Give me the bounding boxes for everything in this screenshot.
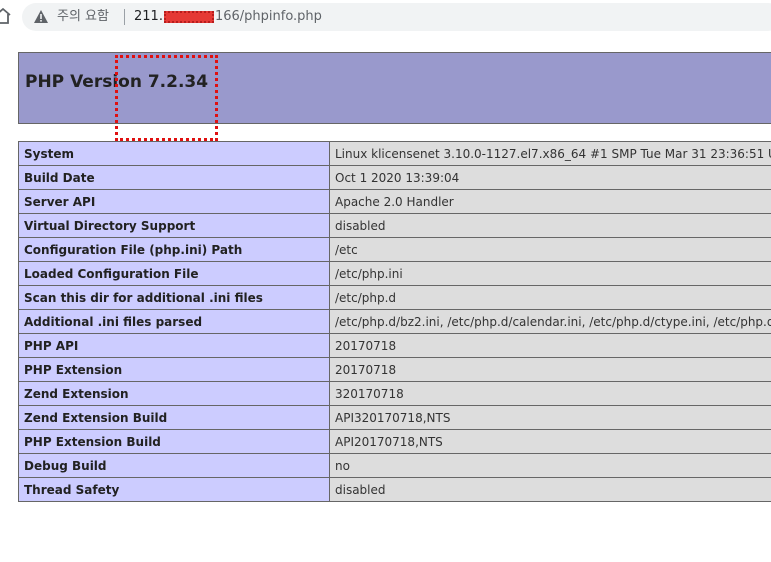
address-bar[interactable]: 주의 요함 211. 166/phpinfo.php	[22, 3, 771, 31]
table-row: Zend Extension Build API320170718,NTS	[18, 405, 771, 430]
row-value: /etc/php.d/bz2.ini, /etc/php.d/calendar.…	[329, 309, 771, 334]
row-key: Debug Build	[18, 453, 330, 478]
table-row: Debug Build no	[18, 453, 771, 478]
table-row: System Linux klicensenet 3.10.0-1127.el7.…	[18, 141, 771, 166]
url-text[interactable]: 211. 166/phpinfo.php	[134, 8, 322, 26]
php-version-header: PHP Version 7.2.34	[18, 52, 771, 124]
row-key: PHP Extension	[18, 357, 330, 382]
row-key: Server API	[18, 189, 330, 214]
row-value: /etc	[329, 237, 771, 262]
browser-toolbar: 주의 요함 211. 166/phpinfo.php	[0, 0, 771, 36]
row-key: Loaded Configuration File	[18, 261, 330, 286]
table-row: Scan this dir for additional .ini files /…	[18, 285, 771, 310]
row-value: Linux klicensenet 3.10.0-1127.el7.x86_64…	[329, 141, 771, 166]
row-key: PHP API	[18, 333, 330, 358]
table-row: Additional .ini files parsed/etc/php.d/b…	[18, 309, 771, 334]
address-separator	[124, 9, 125, 25]
url-path: 166/phpinfo.php	[214, 9, 322, 24]
php-info-table-body: System Linux klicensenet 3.10.0-1127.el7.…	[18, 141, 771, 502]
table-row: PHP API 20170718	[18, 333, 771, 358]
row-value: 20170718	[329, 357, 771, 382]
row-key: Scan this dir for additional .ini files	[18, 285, 330, 310]
row-value: disabled	[329, 213, 771, 238]
row-value: disabled	[329, 477, 771, 502]
row-value: API20170718,NTS	[329, 429, 771, 454]
table-row: Server API Apache 2.0 Handler	[18, 189, 771, 214]
row-key: Zend Extension Build	[18, 405, 330, 430]
row-key: Virtual Directory Support	[18, 213, 330, 238]
row-value: 320170718	[329, 381, 771, 406]
url-host-prefix: 211.	[134, 9, 163, 24]
row-value: Oct 1 2020 13:39:04	[329, 165, 771, 190]
row-key: Configuration File (php.ini) Path	[18, 237, 330, 262]
row-value: Apache 2.0 Handler	[329, 189, 771, 214]
row-key: Thread Safety	[18, 477, 330, 502]
page-title: PHP Version 7.2.34	[25, 72, 209, 92]
redacted-ip-block	[163, 10, 214, 23]
row-value: no	[329, 453, 771, 478]
row-key: PHP Extension Build	[18, 429, 330, 454]
table-row: Build Date Oct 1 2020 13:39:04	[18, 165, 771, 190]
table-row: Configuration File (php.ini) Path/etc	[18, 237, 771, 262]
row-key: Zend Extension	[18, 381, 330, 406]
table-row: Virtual Directory Support disabled	[18, 213, 771, 238]
home-icon[interactable]	[0, 6, 12, 26]
row-value: 20170718	[329, 333, 771, 358]
table-row: Thread Safety disabled	[18, 477, 771, 502]
security-status-label[interactable]: 주의 요함	[57, 8, 109, 26]
row-value: /etc/php.d	[329, 285, 771, 310]
table-row: PHP Extension 20170718	[18, 357, 771, 382]
row-key: Additional .ini files parsed	[18, 309, 330, 334]
php-info-table: System Linux klicensenet 3.10.0-1127.el7.…	[18, 141, 771, 502]
warning-icon[interactable]	[33, 9, 49, 24]
table-row: Zend Extension 320170718	[18, 381, 771, 406]
row-value: /etc/php.ini	[329, 261, 771, 286]
row-value: API320170718,NTS	[329, 405, 771, 430]
row-key: Build Date	[18, 165, 330, 190]
table-row: PHP Extension Build API20170718,NTS	[18, 429, 771, 454]
row-key: System	[18, 141, 330, 166]
table-row: Loaded Configuration File/etc/php.ini	[18, 261, 771, 286]
